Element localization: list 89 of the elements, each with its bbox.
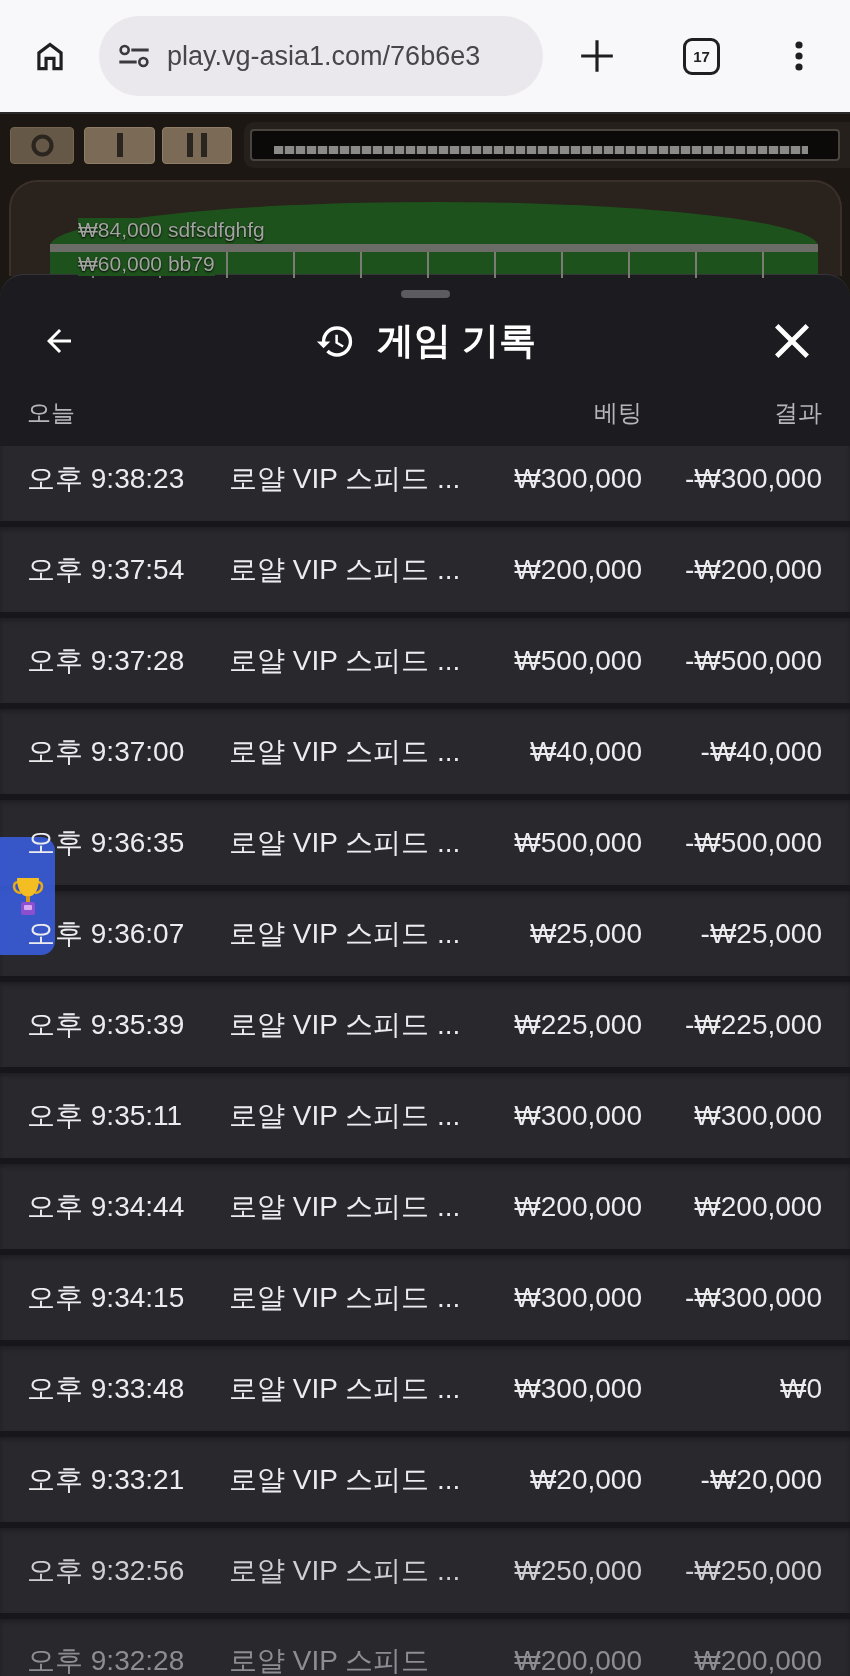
game-name: 로얄 VIP 스피드 ... (229, 1282, 462, 1313)
history-row[interactable]: 오후 9:32:28 로얄 VIP 스피드 ₩200,000 ₩200,000 (0, 1619, 850, 1676)
game-name: 로얄 VIP 스피드 ... (229, 1191, 462, 1222)
more-menu-icon[interactable] (795, 41, 803, 71)
game-name: 로얄 VIP 스피드 ... (229, 1100, 462, 1131)
time-text: 오후 9:35:39 (27, 1009, 186, 1040)
game-name: 로얄 VIP 스피드 ... (229, 463, 462, 494)
history-row[interactable]: 오후 9:34:15 로얄 VIP 스피드 ... ₩300,000 -₩300,000 (0, 1255, 850, 1340)
history-row[interactable]: 오후 9:36:07 로얄 VIP 스피드 ... ₩25,000 -₩25,000 (0, 891, 850, 976)
game-name: 로얄 VIP 스피드 (229, 1646, 431, 1676)
time-text: 오후 9:35:11 (27, 1100, 184, 1131)
game-name: 로얄 VIP 스피드 ... (229, 1009, 462, 1040)
history-row[interactable]: 오후 9:37:28 로얄 VIP 스피드 ... ₩500,000 -₩500,000 (0, 618, 850, 703)
history-row[interactable]: 오후 9:35:11 로얄 VIP 스피드 ... ₩300,000 ₩300,000 (0, 1073, 850, 1158)
history-row[interactable]: 오후 9:32:56 로얄 VIP 스피드 ... ₩250,000 -₩250,000 (0, 1528, 850, 1613)
time-text: 오후 9:33:48 (27, 1373, 186, 1404)
time-text: 오후 9:32:56 (27, 1555, 186, 1586)
single-bar-icon (116, 133, 123, 157)
game-name: 로얄 VIP 스피드 ... (229, 918, 462, 949)
result-amount: -₩20,000 (700, 1464, 822, 1495)
time-text: 오후 9:34:44 (27, 1191, 186, 1222)
game-button[interactable] (162, 126, 232, 164)
trophy-icon (10, 875, 45, 917)
result-amount: ₩0 (780, 1373, 822, 1404)
bet-amount: ₩200,000 (514, 1191, 642, 1222)
game-name: 로얄 VIP 스피드 ... (229, 1555, 462, 1586)
result-amount: -₩225,000 (685, 1009, 822, 1040)
bet-amount: ₩300,000 (514, 1373, 642, 1404)
result-amount: -₩300,000 (685, 1282, 822, 1313)
game-button[interactable] (84, 126, 155, 164)
result-amount: ₩200,000 (694, 1191, 822, 1222)
bet-amount: ₩500,000 (514, 827, 642, 858)
history-row[interactable]: 오후 9:38:23 로얄 VIP 스피드 ... ₩300,000 -₩300,000 (0, 446, 850, 521)
site-settings-icon[interactable] (118, 44, 150, 68)
new-tab-icon[interactable] (578, 37, 616, 75)
game-name: 로얄 VIP 스피드 ... (229, 1373, 462, 1404)
double-bar-icon (187, 133, 207, 157)
time-text: 오후 9:36:07 (27, 918, 186, 949)
circle-icon (30, 133, 54, 157)
result-amount: ₩300,000 (694, 1100, 822, 1131)
game-button[interactable] (10, 126, 74, 164)
time-text: 오후 9:37:28 (27, 645, 186, 676)
time-text: 오후 9:32:28 (27, 1646, 186, 1676)
result-amount: -₩250,000 (685, 1555, 822, 1586)
result-amount: -₩200,000 (685, 554, 822, 585)
bet-amount: ₩250,000 (514, 1555, 642, 1586)
column-heading: 베팅 (594, 398, 642, 428)
time-text: 오후 9:34:15 (27, 1282, 186, 1313)
bet-amount: ₩20,000 (529, 1464, 642, 1495)
result-amount: -₩500,000 (685, 645, 822, 676)
bet-amount: ₩25,000 (529, 918, 642, 949)
game-name: 로얄 VIP 스피드 ... (229, 736, 462, 767)
bet-amount: ₩300,000 (514, 463, 642, 494)
bet-amount: ₩225,000 (514, 1009, 642, 1040)
result-amount: ₩200,000 (694, 1646, 822, 1676)
bet-amount: ₩500,000 (514, 645, 642, 676)
column-heading: 오늘 (27, 398, 75, 428)
game-name: 로얄 VIP 스피드 ... (229, 1464, 462, 1495)
bet-amount: ₩200,000 (514, 1646, 642, 1676)
result-amount: -₩300,000 (685, 463, 822, 494)
time-text: 오후 9:37:54 (27, 554, 186, 585)
game-name: 로얄 VIP 스피드 ... (229, 645, 462, 676)
sheet-title: 게임 기록 (377, 319, 536, 363)
history-row[interactable]: 오후 9:37:54 로얄 VIP 스피드 ... ₩200,000 -₩200,000 (0, 527, 850, 612)
history-icon (316, 324, 354, 358)
history-row[interactable]: 오후 9:33:48 로얄 VIP 스피드 ... ₩300,000 ₩0 (0, 1346, 850, 1431)
history-row[interactable]: 오후 9:34:44 로얄 VIP 스피드 ... ₩200,000 ₩200,000 (0, 1164, 850, 1249)
result-amount: -₩500,000 (685, 827, 822, 858)
drag-handle[interactable] (400, 290, 450, 298)
history-row[interactable]: 오후 9:37:00 로얄 VIP 스피드 ... ₩40,000 -₩40,000 (0, 709, 850, 794)
address-bar[interactable]: play.vg-asia1.com/76b6e3 (99, 16, 543, 96)
player-bet-label: ₩60,000 bb79 (78, 252, 215, 276)
time-text: 오후 9:33:21 (27, 1464, 186, 1495)
tab-count-button[interactable]: 17 (683, 37, 720, 75)
column-heading: 결과 (774, 398, 822, 428)
result-amount: -₩25,000 (700, 918, 822, 949)
history-row[interactable]: 오후 9:35:39 로얄 VIP 스피드 ... ₩225,000 -₩225,000 (0, 982, 850, 1067)
time-text: 오후 9:37:00 (27, 736, 186, 767)
history-row[interactable]: 오후 9:33:21 로얄 VIP 스피드 ... ₩20,000 -₩20,000 (0, 1437, 850, 1522)
close-icon[interactable] (775, 324, 809, 358)
player-bet-label: ₩84,000 sdfsdfghfg (78, 218, 265, 242)
bet-amount: ₩300,000 (514, 1282, 642, 1313)
bet-amount: ₩300,000 (514, 1100, 642, 1131)
game-name: 로얄 VIP 스피드 ... (229, 827, 462, 858)
bet-amount: ₩200,000 (514, 554, 642, 585)
time-text: 오후 9:38:23 (27, 463, 186, 494)
game-name: 로얄 VIP 스피드 ... (229, 554, 462, 585)
bet-amount: ₩40,000 (529, 736, 642, 767)
result-amount: -₩40,000 (700, 736, 822, 767)
